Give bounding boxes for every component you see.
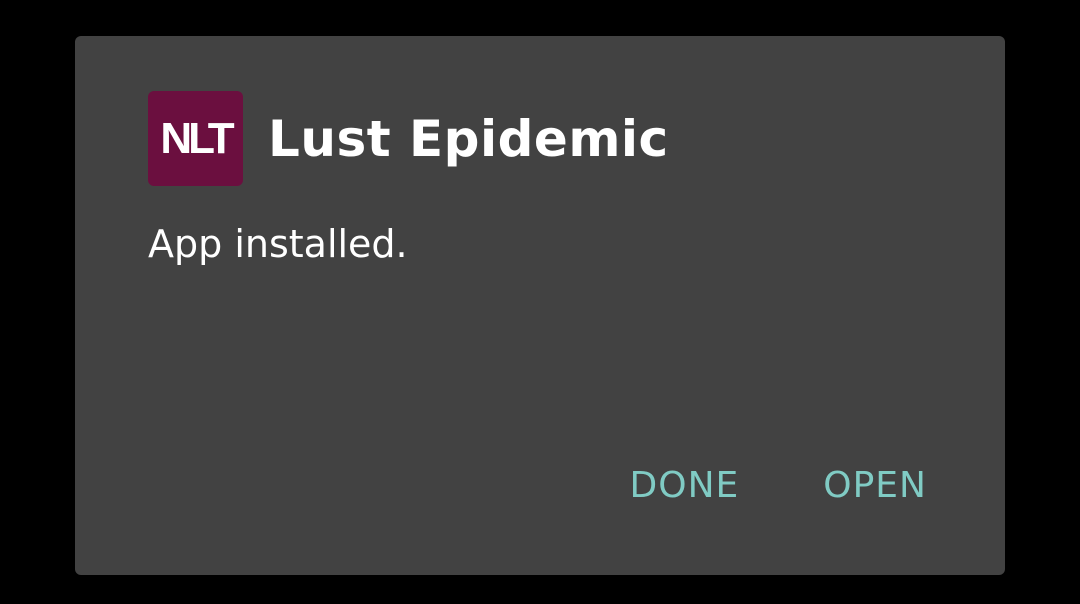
done-button[interactable]: DONE (630, 464, 740, 507)
app-icon: NLT (148, 91, 243, 186)
open-button[interactable]: OPEN (823, 464, 927, 507)
install-dialog: NLT Lust Epidemic App installed. DONE OP… (75, 36, 1005, 575)
app-header: NLT Lust Epidemic (148, 91, 669, 186)
app-title: Lust Epidemic (268, 109, 669, 168)
screen: NLT Lust Epidemic App installed. DONE OP… (0, 0, 1080, 604)
install-status-message: App installed. (148, 222, 408, 266)
dialog-actions: DONE OPEN (630, 464, 927, 507)
